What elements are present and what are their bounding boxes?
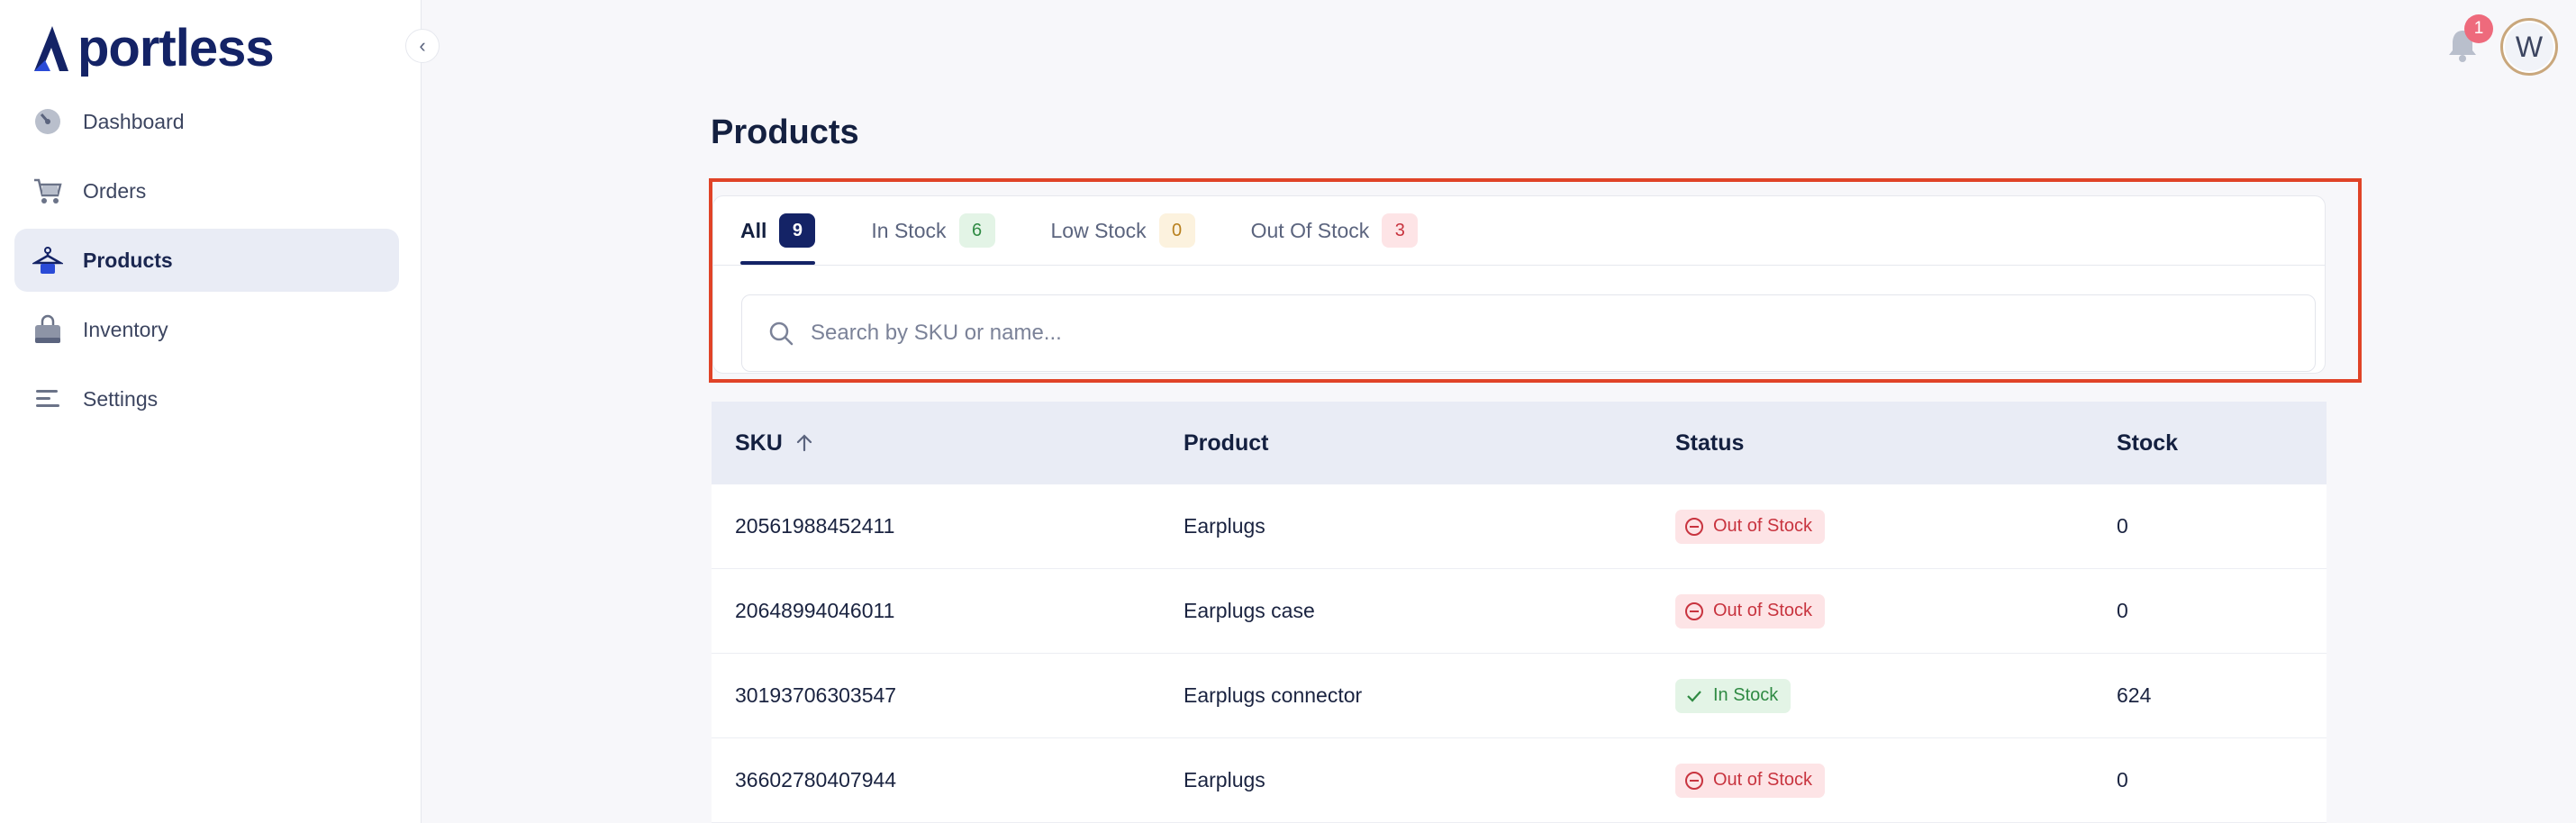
status-tabs: All 9 In Stock 6 Low Stock 0 Out Of Stoc… — [740, 196, 1474, 265]
column-header-sku[interactable]: SKU — [712, 430, 1161, 457]
minus-circle-icon — [1685, 517, 1703, 536]
product-cell: Earplugs case — [1184, 599, 1315, 622]
status-label: Out of Stock — [1713, 601, 1813, 620]
chevron-left-icon: ‹ — [419, 34, 426, 57]
tab-out-of-stock[interactable]: Out Of Stock 3 — [1251, 196, 1419, 265]
brand-logo[interactable]: portless — [32, 19, 275, 77]
sidebar: portless ‹ Dashboard Orders Products Inv… — [0, 0, 440, 823]
table-row[interactable]: 20561988452411 Earplugs Out of Stock 0 — [712, 484, 2327, 569]
table-header: SKU Product Status Stock — [712, 402, 2327, 484]
portless-logo-icon — [34, 26, 68, 71]
avatar[interactable]: W — [2500, 18, 2558, 76]
sidebar-item-orders[interactable]: Orders — [14, 159, 399, 222]
page-title: Products — [711, 113, 859, 151]
settings-lines-icon — [32, 384, 63, 414]
column-header-stock[interactable]: Stock — [2094, 430, 2178, 457]
sidebar-item-label: Dashboard — [83, 109, 185, 133]
search-input[interactable] — [811, 321, 2252, 346]
column-label: SKU — [735, 430, 783, 456]
sku-cell: 20561988452411 — [735, 514, 895, 538]
sidebar-item-dashboard[interactable]: Dashboard — [14, 90, 399, 153]
status-label: Out of Stock — [1713, 770, 1813, 790]
table-row[interactable]: 36602780407944 Earplugs Out of Stock 0 — [712, 738, 2327, 823]
table-row[interactable]: 30193706303547 Earplugs connector In Sto… — [712, 654, 2327, 738]
sku-cell: 30193706303547 — [735, 683, 897, 707]
status-cell: In Stock — [1653, 678, 2094, 713]
tab-count-badge: 9 — [779, 213, 816, 248]
status-badge: Out of Stock — [1675, 763, 1826, 798]
product-cell: Earplugs — [1184, 768, 1265, 791]
stock-cell: 624 — [2117, 683, 2152, 707]
minus-circle-icon — [1685, 601, 1703, 620]
bag-icon — [32, 314, 63, 345]
checkmark-icon — [1687, 690, 1701, 702]
status-badge: Out of Stock — [1675, 509, 1826, 544]
tab-in-stock[interactable]: In Stock 6 — [871, 196, 995, 265]
tab-low-stock[interactable]: Low Stock 0 — [1051, 196, 1195, 265]
stock-cell: 0 — [2117, 768, 2128, 791]
tab-count-badge: 6 — [958, 213, 995, 248]
dashboard-icon — [32, 106, 63, 137]
status-label: Out of Stock — [1713, 516, 1813, 536]
sidebar-item-label: Inventory — [83, 317, 168, 341]
sidebar-item-label: Orders — [83, 178, 147, 203]
cart-icon — [32, 176, 63, 206]
stock-cell: 0 — [2117, 514, 2128, 538]
table-row[interactable]: 20648994046011 Earplugs case Out of Stoc… — [712, 569, 2327, 654]
column-header-status[interactable]: Status — [1653, 430, 2094, 457]
collapse-sidebar-button[interactable]: ‹ — [405, 29, 440, 63]
tab-all[interactable]: All 9 — [740, 196, 816, 265]
sku-cell: 36602780407944 — [735, 768, 897, 791]
product-cell: Earplugs — [1184, 514, 1265, 538]
tab-label: Low Stock — [1050, 218, 1147, 242]
sort-ascending-icon[interactable] — [794, 432, 815, 454]
tab-count-badge: 3 — [1382, 213, 1419, 248]
sidebar-item-products[interactable]: Products — [14, 229, 399, 292]
divider — [713, 265, 2325, 266]
sidebar-item-settings[interactable]: Settings — [14, 367, 399, 430]
status-label: In Stock — [1713, 685, 1779, 705]
tab-label: All — [740, 218, 767, 242]
tab-count-badge: 0 — [1158, 213, 1195, 248]
status-badge: Out of Stock — [1675, 593, 1826, 629]
tab-label: Out Of Stock — [1250, 218, 1370, 242]
sidebar-nav: Dashboard Orders Products Inventory Sett… — [14, 90, 399, 437]
search-icon — [769, 321, 794, 346]
notification-count-badge: 1 — [2464, 14, 2493, 43]
sidebar-item-inventory[interactable]: Inventory — [14, 298, 399, 361]
filter-card: All 9 In Stock 6 Low Stock 0 Out Of Stoc… — [712, 195, 2326, 374]
stock-cell: 0 — [2117, 599, 2128, 622]
sku-cell: 20648994046011 — [735, 599, 895, 622]
hanger-icon — [32, 245, 63, 276]
products-table: SKU Product Status Stock 20561988452411 … — [712, 402, 2327, 823]
column-header-product[interactable]: Product — [1161, 430, 1653, 457]
status-cell: Out of Stock — [1653, 509, 2094, 544]
product-cell: Earplugs connector — [1184, 683, 1363, 707]
brand-name: portless — [77, 19, 275, 77]
sidebar-item-label: Products — [83, 248, 173, 272]
tab-label: In Stock — [871, 218, 947, 242]
sidebar-item-label: Settings — [83, 386, 159, 411]
status-badge: In Stock — [1675, 678, 1791, 713]
minus-circle-icon — [1685, 771, 1703, 790]
search-box[interactable] — [741, 294, 2316, 372]
status-cell: Out of Stock — [1653, 763, 2094, 798]
status-cell: Out of Stock — [1653, 593, 2094, 629]
